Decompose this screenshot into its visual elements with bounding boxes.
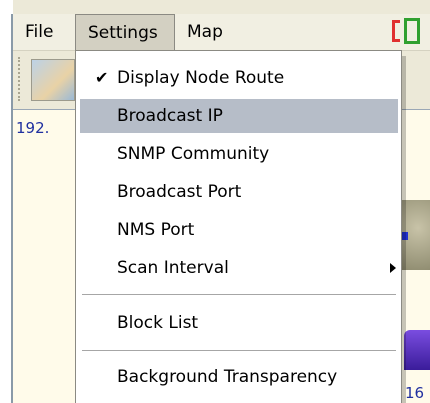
menu-item-broadcast-ip[interactable]: Broadcast IP bbox=[80, 99, 398, 133]
menu-item-label: Display Node Route bbox=[117, 68, 285, 88]
menu-separator bbox=[82, 294, 396, 295]
menu-map[interactable]: Map bbox=[175, 14, 241, 50]
menu-settings[interactable]: Settings bbox=[75, 14, 175, 50]
menu-item-scan-interval[interactable]: Scan Interval bbox=[80, 251, 398, 285]
map-device-icon[interactable] bbox=[404, 330, 430, 370]
menu-item-label: Scan Interval bbox=[117, 258, 229, 278]
menu-item-background-transparency[interactable]: Background Transparency bbox=[80, 360, 398, 394]
menu-item-label: NMS Port bbox=[117, 220, 195, 240]
menu-item-snmp-community[interactable]: SNMP Community bbox=[80, 137, 398, 171]
checkmark-icon: ✔ bbox=[95, 68, 109, 87]
menu-separator bbox=[82, 350, 396, 351]
toolbar-green-icon[interactable] bbox=[404, 18, 420, 44]
map-node-label-bottom: 16 bbox=[405, 384, 425, 402]
menu-item-label: Broadcast IP bbox=[117, 106, 223, 126]
menu-file[interactable]: File bbox=[13, 14, 75, 50]
map-toolbar-icon[interactable] bbox=[31, 59, 75, 101]
dropdown-shadow bbox=[402, 56, 406, 403]
settings-dropdown-menu: ✔ Display Node Route Broadcast IP SNMP C… bbox=[75, 50, 402, 403]
menu-item-label: Background Transparency bbox=[117, 367, 338, 387]
toolbar-red-icon[interactable] bbox=[392, 20, 400, 42]
menu-item-broadcast-port[interactable]: Broadcast Port bbox=[80, 175, 398, 209]
menu-item-block-list[interactable]: Block List bbox=[80, 306, 398, 340]
menu-item-label: SNMP Community bbox=[117, 144, 270, 164]
map-node-label: 192. bbox=[16, 119, 50, 137]
menu-item-nms-port[interactable]: NMS Port bbox=[80, 213, 398, 247]
submenu-arrow-icon bbox=[390, 263, 396, 273]
menu-item-label: Broadcast Port bbox=[117, 182, 242, 202]
application-window: File Settings Map 192. 16 ✔ Display Node… bbox=[0, 0, 430, 403]
menu-item-display-node-route[interactable]: ✔ Display Node Route bbox=[80, 61, 398, 95]
menu-item-label: Block List bbox=[117, 313, 199, 333]
toolbar-grip-icon[interactable] bbox=[18, 57, 24, 101]
menu-bar: File Settings Map bbox=[13, 14, 430, 51]
